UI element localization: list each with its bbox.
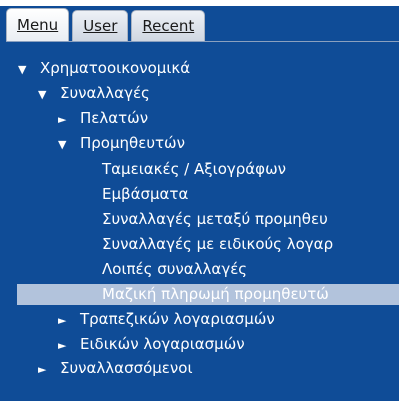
tree-item-bank-accounts[interactable]: ► Τραπεζικών λογαριασμών: [58, 309, 399, 330]
tree-item-label: Λοιπές συναλλαγές: [102, 260, 248, 278]
tree-item-remittances[interactable]: Εμβάσματα: [102, 184, 399, 205]
tree-item-supplier-transactions[interactable]: Συναλλαγές μεταξύ προμηθευ: [102, 209, 399, 230]
tree-item-suppliers[interactable]: ▼ Προμηθευτών: [58, 133, 399, 154]
tree-item-label: Χρηματοοικονομικά: [40, 59, 191, 77]
tab-user-label: User: [83, 17, 118, 35]
tree-item-cash-securities[interactable]: Ταμειακές / Αξιογράφων: [102, 159, 399, 180]
tree-item-counterparties[interactable]: ► Συναλλασσόμενοι: [38, 358, 399, 379]
tab-divider: [6, 41, 399, 42]
tree-item-label: Εμβάσματα: [102, 185, 189, 203]
tree-item-label: Μαζική πληρωμή προμηθευτώ: [102, 285, 329, 303]
expanded-triangle-icon[interactable]: ▼: [18, 59, 40, 80]
collapsed-triangle-icon[interactable]: ►: [58, 310, 80, 331]
tree-item-label: Τραπεζικών λογαριασμών: [80, 310, 275, 328]
collapsed-triangle-icon[interactable]: ►: [38, 359, 60, 380]
tree-item-special-accounts[interactable]: ► Ειδικών λογαριασμών: [58, 334, 399, 355]
tree-item-label: Προμηθευτών: [80, 134, 185, 152]
tab-recent[interactable]: Recent: [131, 10, 206, 42]
tree-item-label: Πελατών: [80, 109, 149, 127]
tree-item-label: Ειδικών λογαριασμών: [80, 335, 245, 353]
tab-bar: Menu User Recent: [6, 8, 208, 42]
collapsed-triangle-icon[interactable]: ►: [58, 109, 80, 130]
tree-item-label: Συναλλασσόμενοι: [60, 359, 193, 377]
tab-menu-label: Menu: [17, 16, 59, 34]
tree-item-other-transactions[interactable]: Λοιπές συναλλαγές: [102, 259, 399, 280]
tree-item-label: Συναλλαγές: [60, 84, 150, 102]
tree-item-special-account-transactions[interactable]: Συναλλαγές με ειδικούς λογαρ: [102, 234, 399, 255]
tree-item-transactions[interactable]: ▼ Συναλλαγές: [38, 83, 399, 104]
tab-menu[interactable]: Menu: [6, 8, 70, 42]
navigation-panel: Menu User Recent ▼ Χρηματοοικονομικά ▼ Συν…: [0, 6, 399, 401]
tree-item-financial[interactable]: ▼ Χρηματοοικονομικά: [18, 58, 399, 79]
tree-item-label: Ταμειακές / Αξιογράφων: [102, 160, 287, 178]
tree-item-customers[interactable]: ► Πελατών: [58, 108, 399, 129]
expanded-triangle-icon[interactable]: ▼: [38, 84, 60, 105]
tree-item-label: Συναλλαγές μεταξύ προμηθευ: [102, 210, 328, 228]
tree-item-label: Συναλλαγές με ειδικούς λογαρ: [102, 235, 334, 253]
expanded-triangle-icon[interactable]: ▼: [58, 134, 80, 155]
tab-recent-label: Recent: [142, 17, 195, 35]
collapsed-triangle-icon[interactable]: ►: [58, 335, 80, 356]
tab-user[interactable]: User: [72, 10, 129, 42]
tree-item-bulk-supplier-payment[interactable]: Μαζική πληρωμή προμηθευτώ: [17, 284, 399, 305]
